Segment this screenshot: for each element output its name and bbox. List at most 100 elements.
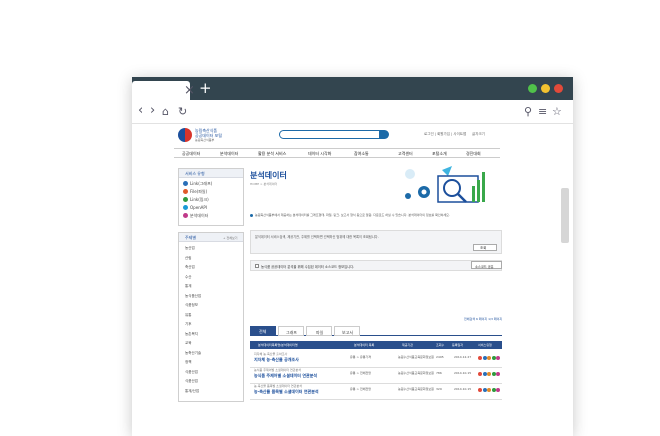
col-header: 등록일자 [452,343,464,347]
subject-item[interactable]: 정책 [185,360,201,370]
nav-item-analysis-service[interactable]: 활용 분석 서비스 [258,151,286,157]
subject-header: 주제별 + 전체보기 [179,233,243,242]
service-type-icon[interactable] [496,356,500,360]
subject-title: 주제별 [185,235,197,240]
subject-item[interactable]: 유통 [185,313,201,323]
row-subtitle: 농·축산물 품목별 소셜데이터 연관분석 [254,384,302,388]
search-button[interactable]: 조회 [473,244,497,251]
nav-item-visualization[interactable]: 데이터 시각화 [308,151,331,157]
table-row[interactable]: 지자체 농·축산물 출하조사 지자체 농·축산물 공개조사 유통 > 유통가격 농림수… [250,351,502,367]
row-title: 지자체 농·축산물 공개조사 [254,357,299,362]
service-type-icon[interactable] [496,388,500,392]
subject-item[interactable]: 통계/산업 [185,389,201,399]
service-type-icon[interactable] [478,356,482,360]
subject-item[interactable]: 산림 [185,256,201,266]
source-code-checkbox[interactable] [255,264,259,268]
reload-icon[interactable]: ↻ [178,105,187,118]
service-label: OpenAPI [190,205,208,210]
browser-tab[interactable]: × [132,81,195,100]
row-title: 농식품 주제어별 소셜데이터 연관분석 [254,373,318,378]
home-icon[interactable]: ⌂ [162,105,169,118]
service-type-icon[interactable] [491,356,496,360]
subject-list: 농산업 산림 축산업 수산 통계 농식품산업 식품정보 유통 기후 농촌복지 교육 농축산기술 정책 식품… [185,246,201,398]
row-date: 2014.12.27 [454,355,472,359]
forward-icon[interactable]: › [150,103,155,118]
subject-item[interactable]: 수산 [185,275,201,285]
row-title: 농·축산물 품목별 소셜데이터 연관분석 [254,389,319,394]
table-row[interactable]: 농·축산물 품목별 소셜데이터 연관분석 농·축산물 품목별 소셜데이터 연관분석… [250,383,502,399]
page-title: 분석데이터 [250,171,287,180]
row-views: 329 [436,387,442,391]
back-icon[interactable]: ‹ [138,103,143,118]
col-header: 조회수 [436,343,445,347]
subject-item[interactable]: 축산업 [185,265,201,275]
search-label: 분석데이터 서비스검색, 제공기관, 주제를 선택하면 선택하신 범위에 대한 … [255,235,379,239]
subject-more-link[interactable]: + 전체보기 [223,236,238,240]
nav-item-contest[interactable]: 경진대회 [466,151,481,157]
service-type-icon[interactable] [482,388,487,392]
subject-item[interactable]: 식품산업 [185,370,201,380]
font-size-control[interactable]: 글자크기 [472,132,485,137]
file-icon [183,189,188,194]
header-search-button[interactable] [379,130,389,139]
nav-item-support[interactable]: 고객센터 [398,151,413,157]
service-type-icon[interactable] [491,388,496,392]
source-code-share-button[interactable]: 소스코드 공유 [471,261,502,269]
subject-item[interactable]: 교육 [185,341,201,351]
menu-icon[interactable]: ≡ [538,105,547,118]
subject-item[interactable]: 식품정보 [185,303,201,313]
row-category: 유통 > 전체전망 [350,371,371,375]
minimize-dot[interactable] [541,84,550,93]
info-bullet-icon [250,214,253,217]
table-row[interactable]: 농식품 주제어별 소셜데이터 연관분석 농식품 주제어별 소셜데이터 연관분석 유통… [250,367,502,383]
subject-item[interactable]: 농축산기술 [185,351,201,361]
location-icon[interactable]: ⚲ [524,105,532,118]
content-tabs: 전체 그래프 파일 보고서 [250,326,502,336]
bookmark-star-icon[interactable]: ☆ [552,105,562,118]
service-type-icon[interactable] [482,372,487,376]
row-provider: 농림수산식품교육문화정보원 [398,371,434,375]
service-type-icon[interactable] [487,388,491,392]
subject-item[interactable]: 통계 [185,284,201,294]
gov-emblem-icon [178,128,192,142]
tab-report[interactable]: 보고서 [334,326,360,336]
logo-line-3: 농림축산식품부 [195,138,215,142]
service-type-icon[interactable] [482,356,487,360]
tab-all[interactable]: 전체 [250,326,276,336]
subject-item[interactable]: 농산업 [185,246,201,256]
nav-item-analysis-data[interactable]: 분석데이터 [220,151,238,157]
close-dot[interactable] [554,84,563,93]
nav-item-about[interactable]: 포털소개 [432,151,447,157]
service-type-icon[interactable] [487,356,491,360]
service-label: 분석데이터 [190,213,209,218]
tab-label: 그래프 [286,329,298,335]
subject-item[interactable]: 식품산업 [185,379,201,389]
service-type-icon[interactable] [487,372,491,376]
nav-item-public-data[interactable]: 공공데이터 [182,151,200,157]
title-bar: × + [132,77,573,100]
header-search-input[interactable] [279,130,387,139]
tab-graph[interactable]: 그래프 [278,326,304,336]
page-scrollbar[interactable] [561,188,569,243]
new-tab-icon[interactable]: + [199,81,212,96]
util-links[interactable]: 로그인 | 회원가입 | 사이트맵 [424,132,466,137]
service-type-icon[interactable] [491,372,496,376]
subject-item[interactable]: 농식품산업 [185,294,201,304]
analysis-data-icon [183,213,188,218]
address-bar[interactable] [190,104,510,120]
row-category: 유통 > 전체전망 [350,387,371,391]
subject-item[interactable]: 농촌복지 [185,332,201,342]
col-header: 서비스유형 [478,343,492,347]
subject-item[interactable]: 기후 [185,322,201,332]
maximize-dot[interactable] [528,84,537,93]
service-type-icon[interactable] [478,372,482,376]
tab-file[interactable]: 파일 [306,326,332,336]
service-type-icon[interactable] [496,372,500,376]
tab-label: 보고서 [342,329,354,335]
service-type-icon[interactable] [478,388,482,392]
nav-item-participation[interactable]: 참여소통 [354,151,369,157]
breadcrumb: HOME > 분석데이터 [250,182,278,186]
search-panel: 분석데이터 서비스검색, 제공기관, 주제를 선택하면 선택하신 범위에 대한 … [250,230,502,254]
row-views: 2495 [436,355,444,359]
close-tab-icon[interactable]: × [184,84,195,97]
